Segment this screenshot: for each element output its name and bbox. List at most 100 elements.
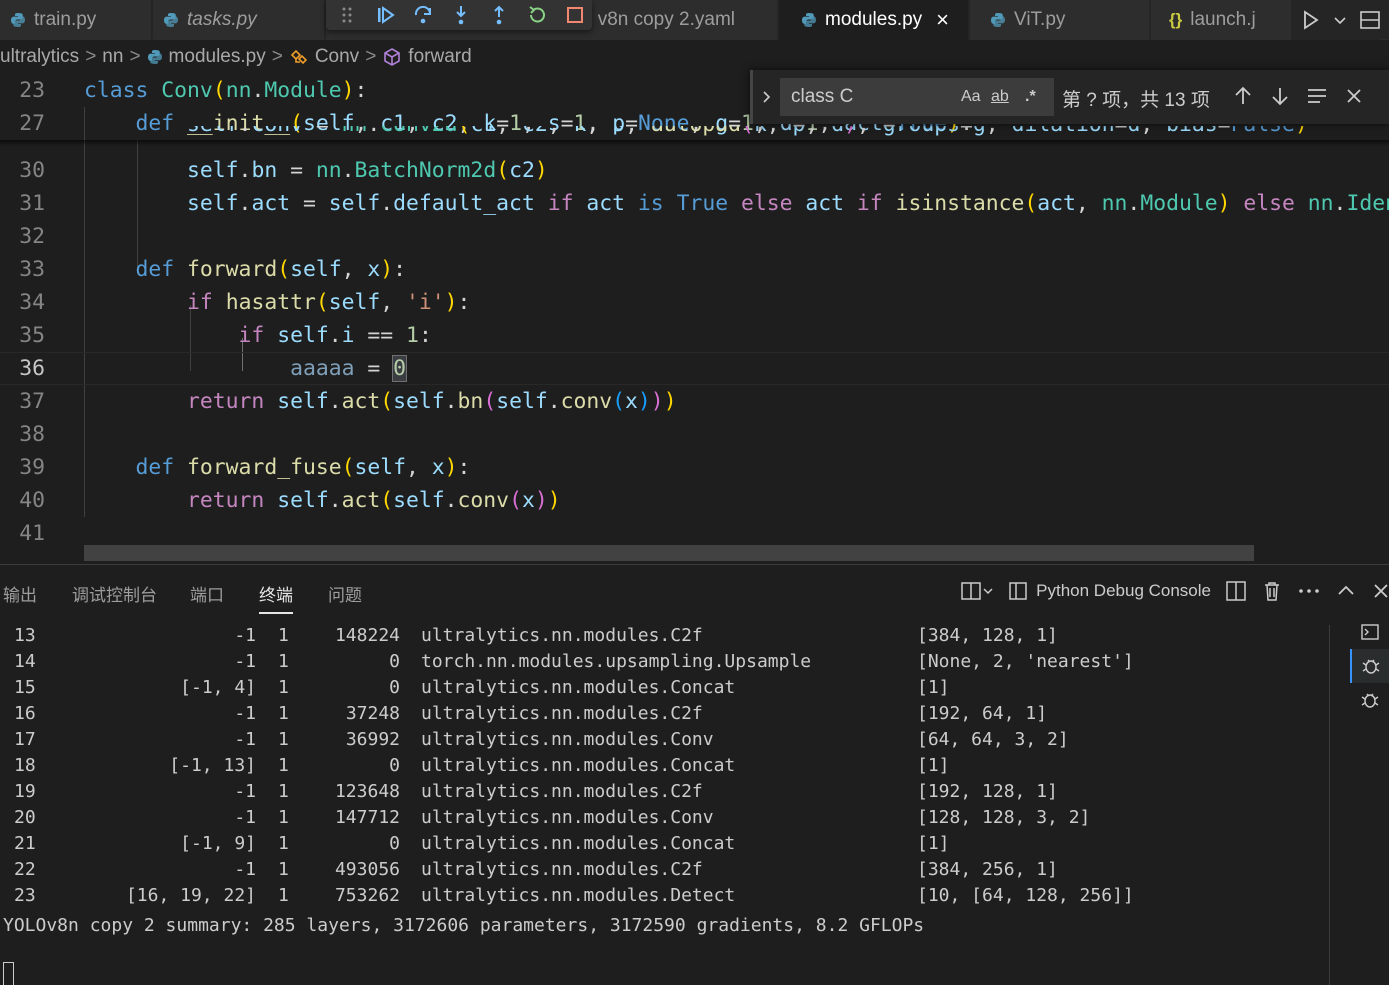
breadcrumb-item-ultralytics[interactable]: ultralytics: [0, 46, 79, 68]
restart-icon[interactable]: [526, 4, 548, 26]
terminal-row: 13 -1 1 148224 ultralytics.nn.modules.C2f [38…: [0, 625, 1330, 651]
terminal-cell-module: ultralytics.nn.modules.C2f: [421, 703, 703, 724]
tab-launch-json[interactable]: {} launch.j: [1151, 0, 1301, 40]
terminal-output[interactable]: 13 -1 1 148224 ultralytics.nn.modules.C2f [38…: [0, 625, 1330, 985]
split-terminal-icon: [1009, 582, 1027, 600]
terminal-row: 18 [-1, 13] 1 0 ultralytics.nn.modules.Conca…: [0, 755, 1330, 781]
more-actions-icon[interactable]: [1297, 580, 1321, 602]
terminal-cell-n: 1: [278, 677, 289, 698]
continue-icon[interactable]: [374, 4, 396, 26]
debug-icon: [1362, 659, 1379, 674]
terminal-cell-n: 1: [278, 625, 289, 646]
tab-terminal[interactable]: 终端: [259, 581, 293, 614]
terminal-list-item-debug-2[interactable]: [1350, 683, 1389, 717]
code-line-38: 38: [0, 418, 1389, 451]
terminal-cell-idx: 21: [14, 833, 36, 854]
terminal-cell-params: 37248: [345, 703, 400, 724]
tab-debug-console[interactable]: 调试控制台: [72, 581, 157, 606]
python-icon: [991, 13, 1005, 27]
split-icon[interactable]: [1225, 580, 1247, 602]
split-editor-icon[interactable]: [1359, 9, 1381, 31]
horizontal-scrollbar[interactable]: [84, 545, 1254, 561]
trash-icon[interactable]: [1261, 580, 1283, 602]
breadcrumb-item-conv[interactable]: Conv: [289, 46, 359, 68]
line-number: 37: [19, 389, 45, 414]
terminal-cell-args: [64, 64, 3, 2]: [917, 729, 1069, 750]
terminal-cell-args: [128, 128, 3, 2]: [917, 807, 1091, 828]
close-icon[interactable]: ×: [936, 7, 949, 33]
tab-train-py[interactable]: train.py: [0, 0, 152, 40]
whole-word-toggle[interactable]: ab: [991, 88, 1009, 106]
code-line-37: 37 return self.act(self.bn(self.conv(x))…: [0, 385, 1389, 418]
terminal-icon: [1360, 624, 1379, 640]
tab-ports[interactable]: 端口: [190, 581, 224, 606]
editor-actions: [1291, 0, 1381, 40]
run-icon[interactable]: [1299, 9, 1321, 31]
close-find-button[interactable]: [1341, 83, 1367, 109]
terminal-list-item-debug[interactable]: [1350, 649, 1389, 683]
line-number: 36: [19, 356, 45, 381]
terminal-cursor: [3, 962, 14, 985]
terminal-row: 15 [-1, 4] 1 0 ultralytics.nn.modules.Concat…: [0, 677, 1330, 703]
terminal-scrollbar[interactable]: [1329, 625, 1330, 985]
step-out-icon[interactable]: [488, 4, 510, 26]
code-line-29: self.conv = nn.Conv2d(c1, c2, k, s, auto…: [0, 126, 1389, 146]
breadcrumb-item-forward[interactable]: forward: [382, 46, 472, 68]
code-line-36: 36 aaaaa = 0: [0, 352, 1389, 385]
terminal-cell-idx: 18: [14, 755, 36, 776]
toggle-replace-button[interactable]: [750, 70, 778, 124]
stop-icon[interactable]: [564, 4, 586, 26]
terminal-cell-from: -1: [234, 859, 256, 880]
terminal-cell-args: [1]: [917, 755, 950, 776]
terminal-cell-params: 493056: [334, 859, 400, 880]
tab-vit-py[interactable]: ViT.py: [970, 0, 1150, 40]
terminal-cell-module: ultralytics.nn.modules.Concat: [421, 677, 736, 698]
python-icon: [11, 13, 25, 27]
drag-handle-icon[interactable]: [336, 4, 358, 26]
terminal-cell-args: [192, 64, 1]: [917, 703, 1048, 724]
terminal-row: 16 -1 1 37248 ultralytics.nn.modules.C2f [192…: [0, 703, 1330, 729]
terminal-cell-args: [384, 128, 1]: [917, 625, 1058, 646]
step-into-icon[interactable]: [450, 4, 472, 26]
previous-match-button[interactable]: [1230, 83, 1256, 109]
terminal-cell-module: ultralytics.nn.modules.Concat: [421, 755, 736, 776]
terminal-cell-idx: 19: [14, 781, 36, 802]
tab-tasks-py[interactable]: tasks.py: [153, 0, 325, 40]
code-line-33: 33 def forward(self, x):: [0, 253, 1389, 286]
step-over-icon[interactable]: [412, 4, 434, 26]
code-editor[interactable]: 23 class Conv(nn.Module): 27 def __init_…: [0, 74, 1389, 564]
next-match-button[interactable]: [1267, 83, 1293, 109]
line-number: 23: [19, 78, 45, 103]
terminal-cell-params: 147712: [334, 807, 400, 828]
terminal-cell-params: 0: [389, 651, 400, 672]
regex-toggle[interactable]: .*: [1025, 88, 1036, 106]
breadcrumb-item-modules-py[interactable]: modules.py: [147, 46, 266, 68]
terminal-cell-module: ultralytics.nn.modules.C2f: [421, 859, 703, 880]
tab-output[interactable]: 输出: [3, 581, 37, 606]
chevron-down-icon[interactable]: [1333, 13, 1347, 27]
terminal-list-item-shell[interactable]: [1350, 615, 1389, 649]
match-case-toggle[interactable]: Aa: [961, 88, 981, 106]
terminal-cell-idx: 16: [14, 703, 36, 724]
tab-modules-py[interactable]: modules.py ×: [779, 0, 969, 40]
breadcrumb-separator: >: [85, 46, 97, 67]
debug-icon: [1361, 693, 1378, 708]
tab-problems[interactable]: 问题: [328, 581, 362, 606]
terminal-cell-from: [16, 19, 22]: [125, 885, 256, 906]
terminal-cell-n: 1: [278, 729, 289, 750]
find-input[interactable]: [791, 86, 951, 108]
terminal-layout-icon[interactable]: [960, 580, 994, 602]
terminal-cell-module: ultralytics.nn.modules.Detect: [421, 885, 736, 906]
terminal-cell-n: 1: [278, 833, 289, 854]
terminal-cell-idx: 20: [14, 807, 36, 828]
maximize-panel-icon[interactable]: [1335, 580, 1357, 602]
code-line-39: 39 def forward_fuse(self, x):: [0, 451, 1389, 484]
find-in-selection-icon: [1308, 89, 1326, 103]
terminal-row: 20 -1 1 147712 ultralytics.nn.modules.Conv [1…: [0, 807, 1330, 833]
terminal-cell-n: 1: [278, 703, 289, 724]
close-panel-icon[interactable]: [1371, 580, 1389, 602]
terminal-selector[interactable]: Python Debug Console: [1008, 581, 1211, 601]
breadcrumb-item-nn[interactable]: nn: [102, 46, 123, 68]
line-number: 31: [19, 191, 45, 216]
find-in-selection-button[interactable]: [1304, 83, 1330, 109]
